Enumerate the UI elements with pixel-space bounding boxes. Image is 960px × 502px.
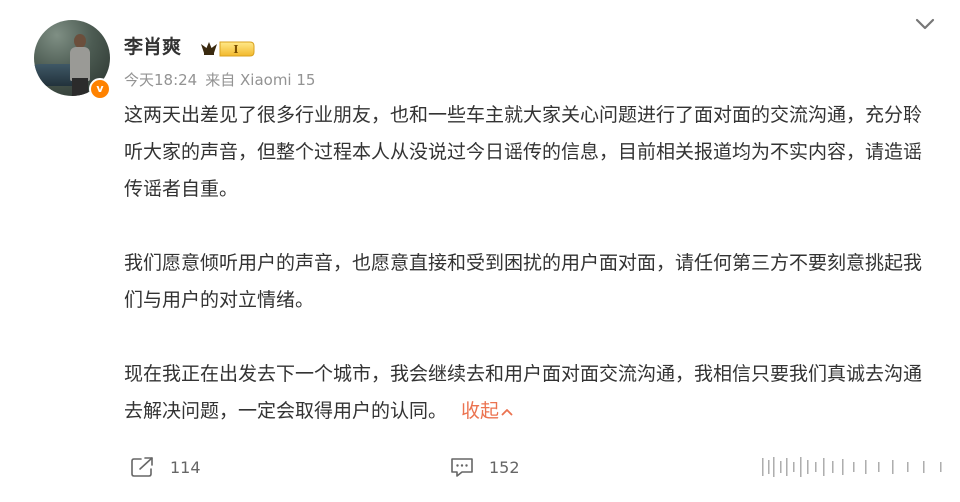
avatar[interactable]: v: [34, 20, 111, 100]
post-paragraph: 我们愿意倾听用户的声音，也愿意直接和受到困扰的用户面对面，请任何第三方不要刻意挑…: [124, 252, 923, 311]
collapse-label: 收起: [461, 400, 500, 422]
comment-icon: [451, 458, 473, 477]
repost-button[interactable]: 114: [130, 456, 201, 478]
like-button[interactable]: [760, 452, 960, 482]
post-paragraph: 这两天出差见了很多行业朋友，也和一些车主就大家关心问题进行了面对面的交流沟通，充…: [124, 104, 923, 200]
verified-icon: v: [89, 78, 111, 100]
post-paragraph-text: 现在我正在出发去下一个城市，我会继续去和用户面对面交流沟通，我相信只要我们真诚去…: [124, 363, 923, 422]
level-badge-icon[interactable]: I: [198, 39, 256, 59]
like-icon: [762, 457, 942, 477]
post-time[interactable]: 今天18:24: [124, 71, 197, 89]
repost-count: 114: [170, 457, 201, 477]
chevron-up-icon: [501, 408, 513, 415]
post-meta: 今天18:24 来自 Xiaomi 15: [124, 70, 315, 90]
comment-count: 152: [489, 457, 520, 477]
chevron-down-icon[interactable]: [914, 16, 936, 32]
collapse-button[interactable]: 收起: [461, 400, 513, 422]
post-paragraph: 现在我正在出发去下一个城市，我会继续去和用户面对面交流沟通，我相信只要我们真诚去…: [124, 356, 934, 430]
author-name[interactable]: 李肖爽: [124, 34, 181, 60]
level-value: I: [233, 43, 238, 56]
post-source: 来自 Xiaomi 15: [205, 71, 316, 89]
comment-button[interactable]: 152: [449, 456, 520, 478]
action-bar: 114 152: [0, 450, 960, 486]
post-content: 这两天出差见了很多行业朋友，也和一些车主就大家关心问题进行了面对面的交流沟通，充…: [124, 97, 934, 430]
repost-icon: [131, 457, 153, 477]
